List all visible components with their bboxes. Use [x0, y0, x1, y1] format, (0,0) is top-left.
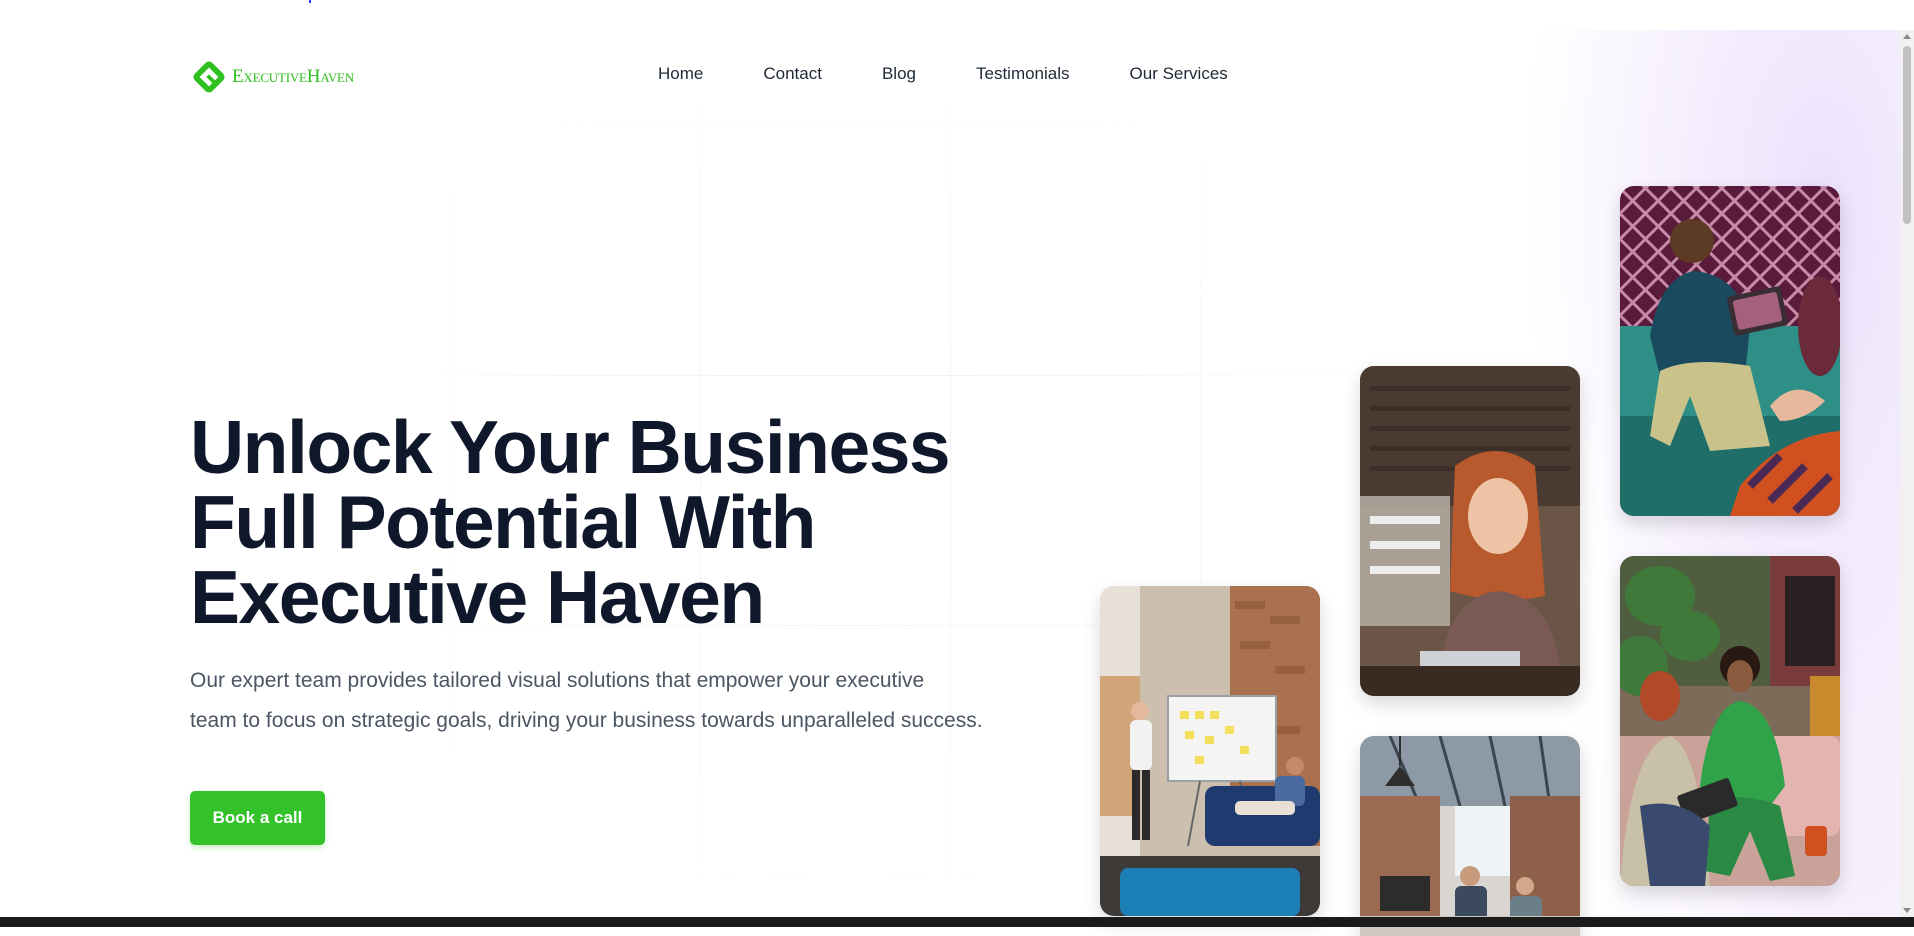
hero-title-line: Unlock Your Business: [190, 405, 951, 489]
woman-laptop-photo: [1360, 366, 1580, 696]
hero-title: Unlock Your Business Full Potential With…: [190, 410, 951, 635]
brand-name: ExecutiveHaven: [232, 66, 354, 87]
scroll-up-arrow-icon[interactable]: [1903, 34, 1911, 39]
nav-home[interactable]: Home: [658, 64, 703, 84]
hero-subtitle-line: team to focus on strategic goals, drivin…: [190, 709, 983, 732]
hero-title-line: Executive Haven: [190, 555, 765, 639]
coworking-office-photo: [1360, 736, 1580, 936]
nav-blog[interactable]: Blog: [882, 64, 916, 84]
page-scrollbar[interactable]: [1900, 30, 1914, 917]
main-nav: Home Contact Blog Testimonials Our Servi…: [658, 64, 1288, 84]
book-call-button[interactable]: Book a call: [190, 791, 325, 845]
nav-contact[interactable]: Contact: [763, 64, 822, 84]
top-strip: [0, 0, 1914, 30]
scrollbar-thumb[interactable]: [1903, 46, 1911, 224]
brand-logo-icon: [193, 61, 225, 93]
women-lounge-photo: [1620, 556, 1840, 886]
hero-title-line: Full Potential With: [190, 480, 816, 564]
man-tablet-photo: [1620, 186, 1840, 516]
site-header: ExecutiveHaven Home Contact Blog Testimo…: [0, 40, 1900, 110]
nav-our-services[interactable]: Our Services: [1130, 64, 1228, 84]
taskbar: [0, 917, 1914, 927]
brand-logo[interactable]: ExecutiveHaven: [190, 58, 354, 96]
scroll-down-arrow-icon[interactable]: [1903, 908, 1911, 913]
hero-subtitle-line: Our expert team provides tailored visual…: [190, 669, 925, 692]
whiteboard-meeting-photo: [1100, 586, 1320, 916]
nav-testimonials[interactable]: Testimonials: [976, 64, 1070, 84]
hero-subtitle: Our expert team provides tailored visual…: [190, 661, 1050, 741]
